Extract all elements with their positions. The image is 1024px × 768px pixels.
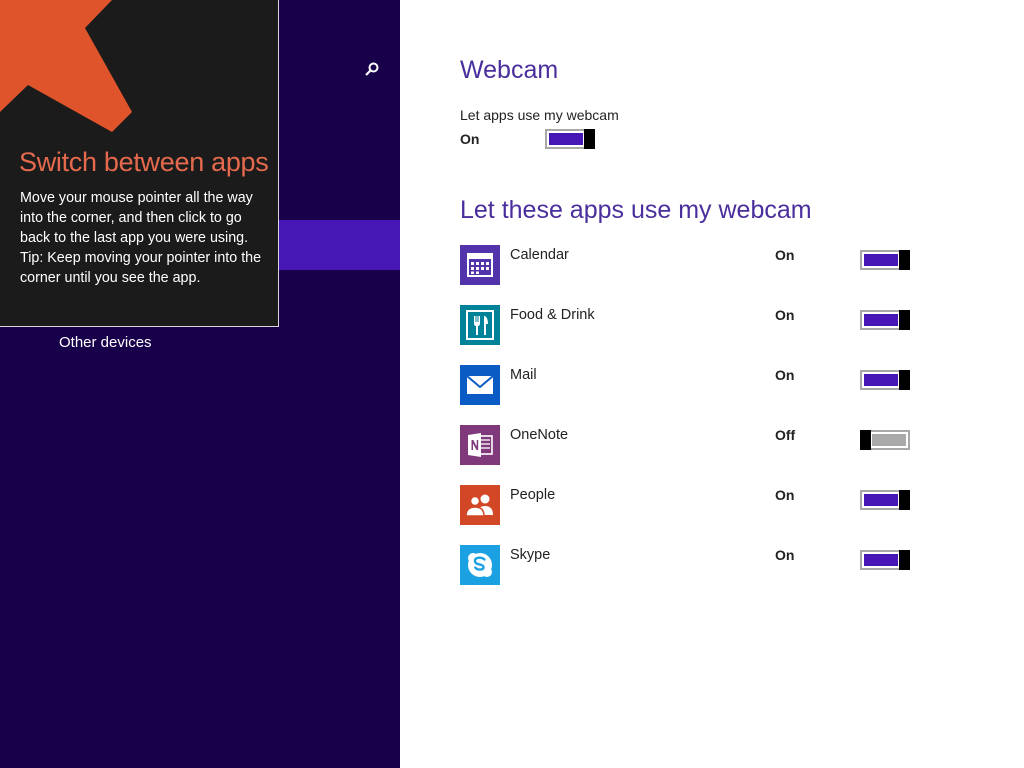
onenote-icon	[468, 433, 493, 457]
app-tile-skype	[460, 545, 500, 585]
toggle-fill	[864, 314, 898, 326]
toggle-fill	[864, 494, 898, 506]
tip-title: Switch between apps	[19, 147, 269, 177]
app-name: Skype	[510, 547, 551, 563]
app-state: On	[775, 307, 795, 323]
app-toggle-food-drink[interactable]	[860, 310, 910, 330]
toggle-knob[interactable]	[899, 310, 910, 330]
tip-hint: Tip: Keep moving your pointer into the c…	[20, 250, 262, 286]
skype-icon	[468, 553, 492, 577]
calendar-icon	[467, 253, 493, 277]
webcam-settings: Webcam Let apps use my webcam On Let the…	[400, 0, 1024, 768]
app-row-people: People On	[460, 485, 920, 525]
webcam-setting-state: On	[460, 131, 480, 147]
app-name: People	[510, 487, 556, 503]
toggle-knob[interactable]	[899, 550, 910, 570]
app-toggle-mail[interactable]	[860, 370, 910, 390]
toggle-fill	[864, 254, 898, 266]
app-name: OneNote	[510, 427, 569, 443]
app-state: On	[775, 247, 795, 263]
webcam-setting-label: Let apps use my webcam	[460, 107, 619, 123]
tip-text: Move your mouse pointer all the way into…	[20, 190, 253, 246]
toggle-knob[interactable]	[584, 129, 595, 149]
app-toggle-calendar[interactable]	[860, 250, 910, 270]
app-row-onenote: OneNote Off	[460, 425, 920, 465]
app-toggle-onenote[interactable]	[860, 430, 910, 450]
people-icon	[465, 494, 493, 517]
tip-body: Move your mouse pointer all the way into…	[20, 188, 265, 288]
app-state: Off	[775, 427, 796, 443]
section-title: Let these apps use my webcam	[460, 196, 812, 224]
app-tile-mail	[460, 365, 500, 405]
app-tile-onenote	[460, 425, 500, 465]
toggle-fill	[864, 374, 898, 386]
toggle-knob[interactable]	[899, 250, 910, 270]
webcam-toggle[interactable]	[545, 129, 595, 149]
app-tile-food-drink	[460, 305, 500, 345]
app-row-mail: Mail On	[460, 365, 920, 405]
toggle-knob[interactable]	[899, 490, 910, 510]
app-tile-people	[460, 485, 500, 525]
app-row-calendar: Calendar On	[460, 245, 920, 285]
fork-knife-icon	[466, 310, 494, 340]
app-row-food-drink: Food & Drink On	[460, 305, 920, 345]
app-row-skype: Skype On	[460, 545, 920, 585]
toggle-knob[interactable]	[860, 430, 871, 450]
toggle-fill	[872, 434, 906, 446]
envelope-icon	[466, 375, 494, 394]
corner-arrow-icon	[0, 0, 132, 132]
app-toggle-people[interactable]	[860, 490, 910, 510]
app-state: On	[775, 487, 795, 503]
app-state: On	[775, 547, 795, 563]
app-name: Food & Drink	[510, 307, 595, 323]
page-title: Webcam	[460, 56, 559, 84]
app-name: Mail	[510, 367, 537, 383]
app-state: On	[775, 367, 795, 383]
app-tile-calendar	[460, 245, 500, 285]
switch-apps-tip: Switch between apps Move your mouse poin…	[0, 0, 279, 327]
search-button[interactable]	[360, 58, 384, 82]
sidebar-item-other-devices[interactable]: Other devices	[59, 334, 152, 351]
search-icon	[365, 62, 379, 76]
toggle-fill	[549, 133, 583, 145]
toggle-fill	[864, 554, 898, 566]
toggle-knob[interactable]	[899, 370, 910, 390]
app-name: Calendar	[510, 247, 569, 263]
app-toggle-skype[interactable]	[860, 550, 910, 570]
